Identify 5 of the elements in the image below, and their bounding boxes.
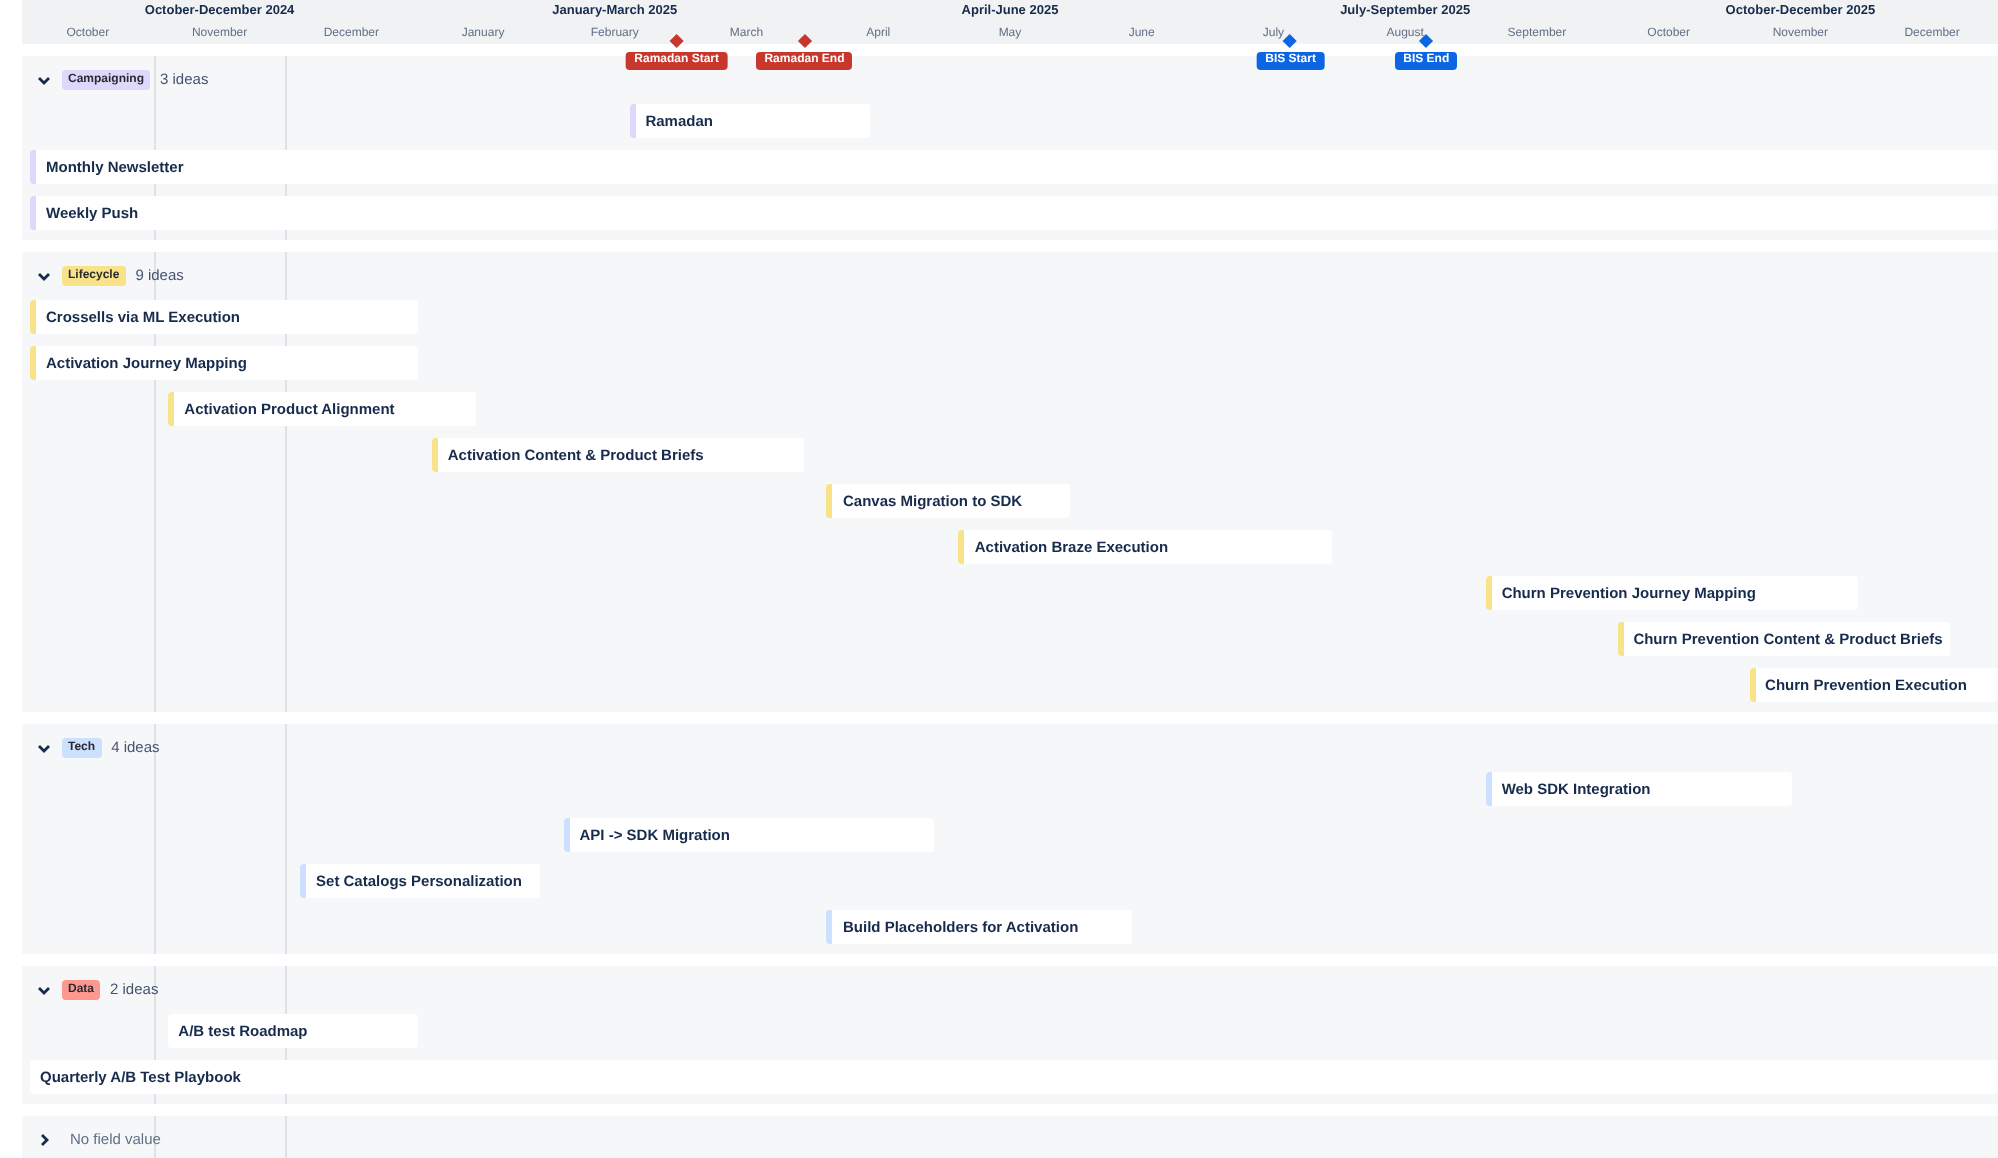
chevron-icon[interactable] [36, 981, 52, 997]
chevron-icon[interactable] [36, 267, 52, 283]
chevron-icon[interactable] [36, 739, 52, 755]
chevron-icon[interactable] [36, 1131, 52, 1147]
chevron-icon[interactable] [36, 71, 52, 87]
